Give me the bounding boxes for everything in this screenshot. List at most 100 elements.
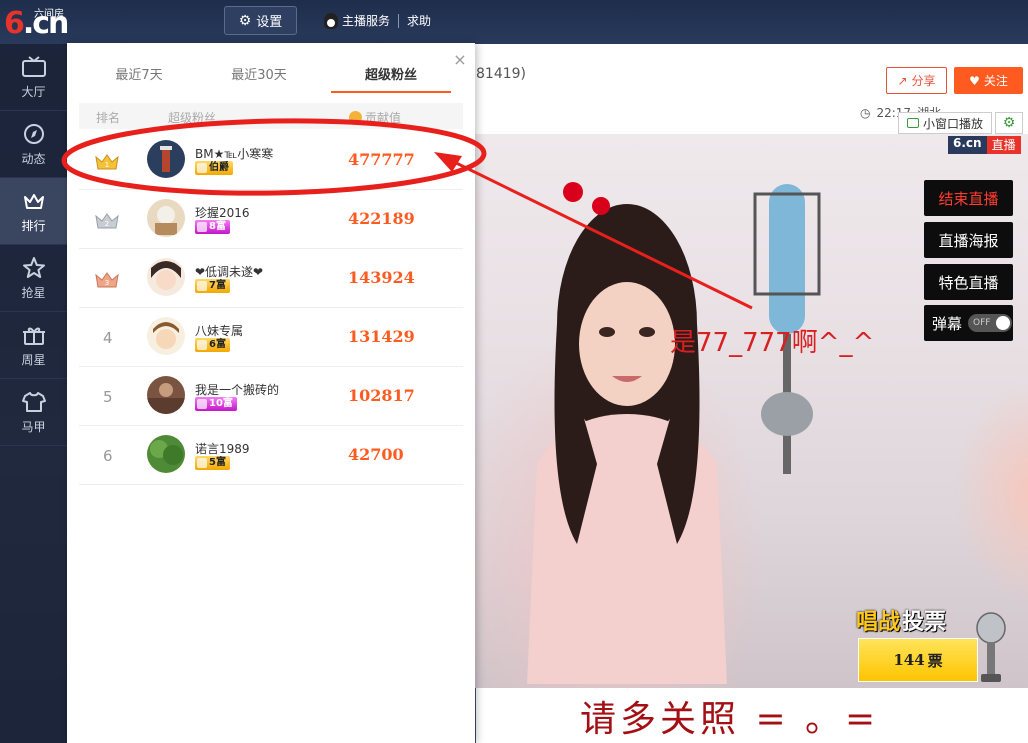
live-poster-button[interactable]: 直播海报 [924, 222, 1013, 258]
tab-last-7-days[interactable]: 最近7天 [79, 65, 199, 93]
clock-icon: ◷ [860, 105, 871, 120]
video-live-tag: 直播 [986, 136, 1021, 154]
share-icon: ↗ [897, 73, 908, 88]
rank-number: 4 [103, 329, 113, 347]
header-rank: 排名 [96, 111, 121, 125]
video-logo-text: 6.cn [948, 136, 987, 154]
table-row[interactable]: 4 八妹专属 6富 131429 [79, 308, 463, 367]
vote-count-button[interactable]: 144 票 [858, 638, 978, 682]
danmu-toggle[interactable]: OFF [968, 314, 1013, 332]
table-row[interactable]: 5 我是一个搬砖的 10富 102817 [79, 367, 463, 426]
mini-window-button[interactable]: 小窗口播放 [898, 112, 992, 134]
sidebar-item-feed[interactable]: 动态 [0, 111, 67, 178]
tv-icon [21, 55, 46, 77]
avatar[interactable] [147, 376, 185, 414]
settings-label: 设置 [256, 15, 283, 30]
tab-super-fans[interactable]: 超级粉丝 [331, 65, 451, 93]
end-live-button[interactable]: 结束直播 [924, 180, 1013, 216]
vote-widget[interactable]: 唱战 投票 144 票 [856, 604, 1008, 686]
mini-tv-icon [906, 118, 919, 128]
silver-crown-icon: 2 [95, 213, 119, 229]
fan-badge: 5富 [195, 456, 230, 470]
ranking-table-header: 排名 超级粉丝 贡献值 [79, 103, 463, 129]
table-row[interactable]: 1 BM★℡小寒寒 伯爵 477777 [79, 131, 463, 190]
share-button[interactable]: ↗ 分享 [886, 67, 947, 94]
top-bar: 6.cn 六间房 ⚙ 设置 主播服务 求助 [0, 0, 1028, 44]
compass-icon [23, 123, 44, 144]
sidebar-item-hall[interactable]: 大厅 [0, 44, 67, 111]
site-logo[interactable]: 6.cn 六间房 [4, 4, 69, 41]
follow-label: 关注 [983, 74, 1008, 88]
fan-badge: 8富 [195, 220, 230, 234]
svg-text:3: 3 [105, 279, 109, 287]
help-link[interactable]: 求助 [407, 12, 431, 29]
vote-title-a: 唱战 [856, 610, 901, 635]
fan-name[interactable]: 诺言1989 [195, 440, 250, 457]
avatar[interactable] [147, 258, 185, 296]
avatar[interactable] [147, 317, 185, 355]
vote-count: 144 [893, 651, 925, 669]
rank-number: 6 [103, 447, 113, 465]
avatar[interactable] [147, 435, 185, 473]
heart-icon: ♥ [969, 73, 980, 88]
avatar[interactable] [147, 199, 185, 237]
sidebar-item-label: 大厅 [21, 84, 46, 99]
settings-button[interactable]: ⚙ 设置 [224, 6, 297, 35]
header-fan: 超级粉丝 [168, 111, 217, 125]
sidebar-item-label: 排行 [21, 218, 46, 233]
left-sidebar: 大厅 动态 排行 抢星 周星 马甲 [0, 44, 67, 743]
vote-title: 唱战 投票 [856, 604, 946, 636]
fan-name[interactable]: 我是一个搬砖的 [195, 381, 279, 398]
star-icon [22, 256, 45, 278]
ranking-tabs: 最近7天 最近30天 超级粉丝 [79, 65, 463, 93]
sidebar-item-grab-star[interactable]: 抢星 [0, 245, 67, 312]
bronze-crown-icon: 3 [95, 272, 119, 288]
contribution-value: 42700 [348, 445, 404, 464]
logo-subtext: 六间房 [34, 9, 64, 20]
video-watermark: 6.cn 直播 [948, 136, 1021, 154]
contribution-value: 477777 [348, 150, 415, 169]
gift-icon [22, 327, 45, 345]
table-row[interactable]: 6 诺言1989 5富 42700 [79, 426, 463, 485]
special-live-button[interactable]: 特色直播 [924, 264, 1013, 300]
fan-badge: 7富 [195, 279, 230, 293]
host-service-link[interactable]: 主播服务 [324, 12, 390, 29]
tab-last-30-days[interactable]: 最近30天 [199, 65, 319, 93]
fan-badge: 6富 [195, 338, 230, 352]
avatar[interactable] [147, 140, 185, 178]
divider [398, 14, 399, 28]
contribution-value: 422189 [348, 209, 415, 228]
crown-icon [23, 193, 44, 209]
sidebar-item-weekly-star[interactable]: 周星 [0, 312, 67, 379]
sidebar-item-label: 动态 [21, 151, 46, 166]
gear-icon: ⚙ [238, 12, 252, 29]
sidebar-item-label: 抢星 [21, 285, 46, 300]
vote-title-b: 投票 [902, 610, 947, 635]
bottom-banner: 请多关照 = 。= [476, 688, 1028, 743]
fan-badge: 10富 [195, 397, 237, 411]
header-contribution: 贡献值 [349, 109, 401, 126]
mini-window-label: 小窗口播放 [922, 116, 983, 131]
ranking-popup: × 最近7天 最近30天 超级粉丝 排名 超级粉丝 贡献值 1 BM★℡小寒寒 … [67, 43, 475, 743]
fan-name[interactable]: ❤低调未遂❤ [195, 263, 263, 280]
fan-name[interactable]: 珍握2016 [195, 204, 250, 221]
table-row[interactable]: 3 ❤低调未遂❤ 7富 143924 [79, 249, 463, 308]
player-settings-button[interactable]: ⚙ [995, 112, 1023, 134]
fan-name[interactable]: 八妹专属 [195, 322, 243, 339]
sidebar-item-label: 周星 [21, 352, 46, 367]
follow-button[interactable]: ♥ 关注 [954, 67, 1023, 94]
gear-icon: ⚙ [1002, 115, 1016, 131]
rank-number: 5 [103, 388, 113, 406]
svg-text:2: 2 [105, 220, 109, 228]
danmu-toggle-button[interactable]: 弹幕 OFF [924, 305, 1013, 341]
share-label: 分享 [911, 74, 936, 88]
fan-name[interactable]: BM★℡小寒寒 [195, 145, 273, 162]
fan-badge: 伯爵 [195, 161, 233, 175]
sidebar-item-vest[interactable]: 马甲 [0, 379, 67, 446]
sidebar-item-ranking[interactable]: 排行 [0, 178, 67, 245]
shirt-icon [21, 391, 46, 412]
qq-penguin-icon [324, 12, 338, 29]
table-row[interactable]: 2 珍握2016 8富 422189 [79, 190, 463, 249]
contribution-value: 102817 [348, 386, 415, 405]
contribution-value: 143924 [348, 268, 415, 287]
